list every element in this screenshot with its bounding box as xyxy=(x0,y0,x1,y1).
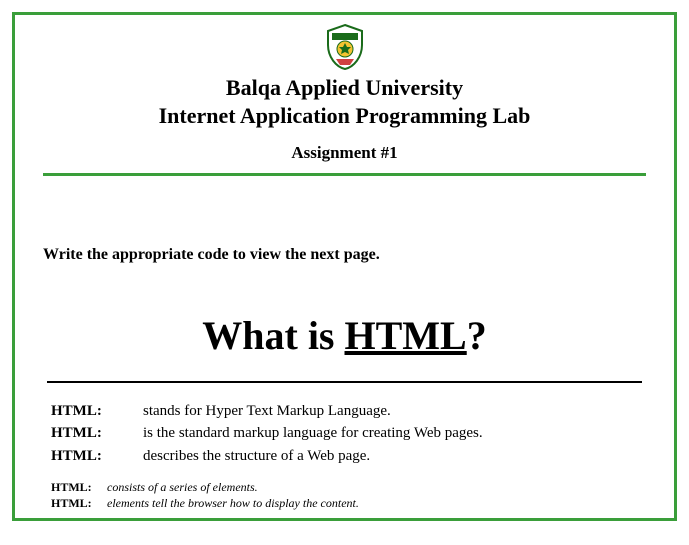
small-definition-label: HTML: xyxy=(51,480,107,496)
small-definition-row: HTML: elements tell the browser how to d… xyxy=(51,496,638,512)
definition-row: HTML: describes the structure of a Web p… xyxy=(51,446,638,466)
definition-row: HTML: stands for Hyper Text Markup Langu… xyxy=(51,401,638,421)
definition-label: HTML: xyxy=(51,401,143,421)
instruction-text: Write the appropriate code to view the n… xyxy=(43,246,646,264)
small-definition-desc: elements tell the browser how to display… xyxy=(107,496,359,512)
page-frame: Balqa Applied University Internet Applic… xyxy=(12,12,677,521)
definition-label: HTML: xyxy=(51,446,143,466)
definition-desc: is the standard markup language for crea… xyxy=(143,423,483,443)
definition-row: HTML: is the standard markup language fo… xyxy=(51,423,638,443)
university-name: Balqa Applied University xyxy=(43,75,646,101)
heading-prefix: What is xyxy=(202,313,344,358)
heading-suffix: ? xyxy=(467,313,487,358)
small-definition-label: HTML: xyxy=(51,496,107,512)
content-divider xyxy=(47,381,642,383)
heading-underlined: HTML xyxy=(345,313,467,358)
definition-desc: stands for Hyper Text Markup Language. xyxy=(143,401,391,421)
assignment-label: Assignment #1 xyxy=(291,143,397,162)
definition-label: HTML: xyxy=(51,423,143,443)
definition-desc: describes the structure of a Web page. xyxy=(143,446,370,466)
course-name: Internet Application Programming Lab xyxy=(43,103,646,129)
main-heading: What is HTML? xyxy=(43,312,646,359)
assignment-title: Assignment #1 xyxy=(43,143,646,163)
definitions-list: HTML: stands for Hyper Text Markup Langu… xyxy=(51,401,638,466)
university-logo-icon xyxy=(324,23,366,71)
header-divider xyxy=(43,173,646,176)
small-definitions-list: HTML: consists of a series of elements. … xyxy=(51,480,638,512)
small-definition-desc: consists of a series of elements. xyxy=(107,480,258,496)
small-definition-row: HTML: consists of a series of elements. xyxy=(51,480,638,496)
